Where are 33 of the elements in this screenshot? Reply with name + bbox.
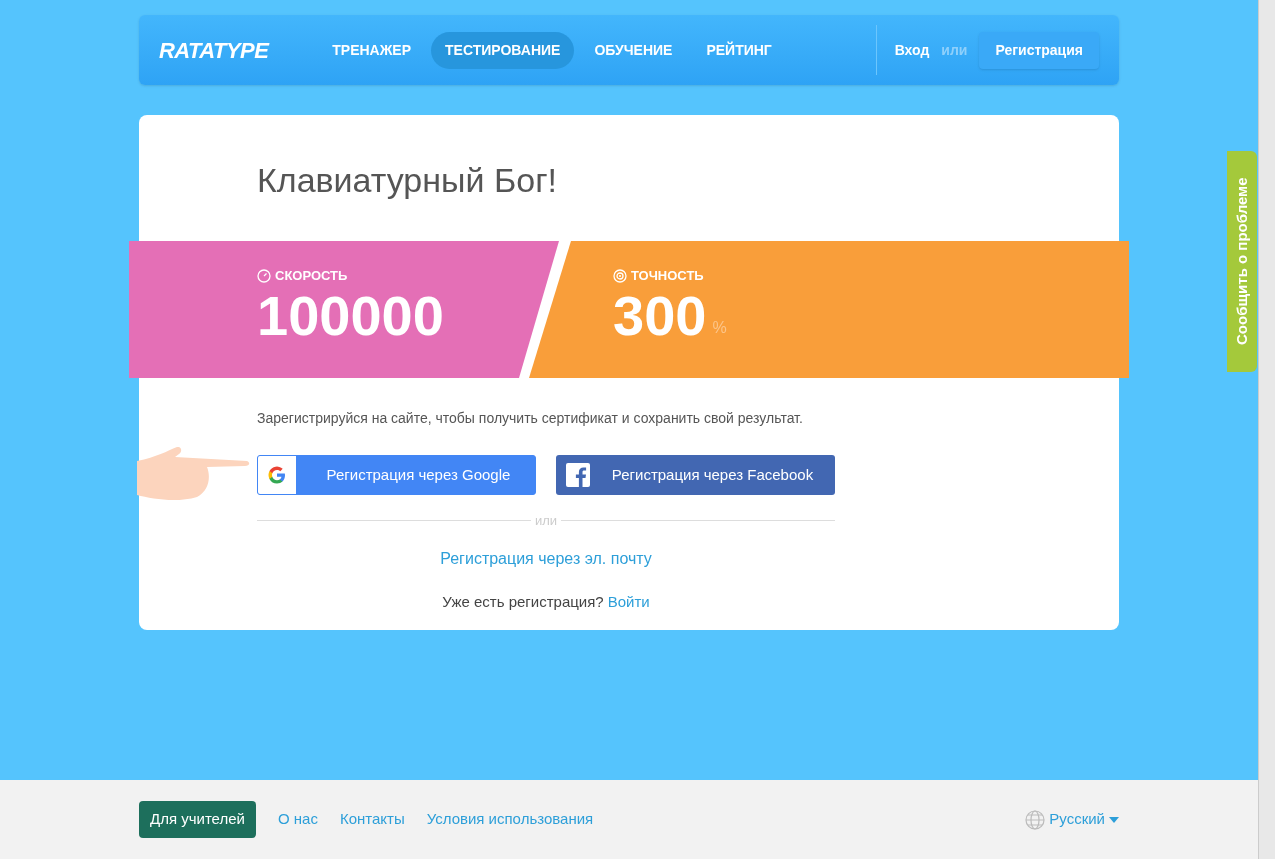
email-signup-link[interactable]: Регистрация через эл. почту <box>440 546 652 571</box>
register-button[interactable]: Регистрация <box>979 31 1099 69</box>
facebook-icon <box>566 463 590 487</box>
feedback-tab[interactable]: Сообщить о проблеме <box>1227 151 1257 372</box>
logo[interactable]: RATATYPE <box>159 33 269 67</box>
nav-tab[interactable]: РЕЙТИНГ <box>692 31 786 69</box>
footer-link[interactable]: О нас <box>277 808 318 831</box>
footer-link[interactable]: Контакты <box>339 808 405 831</box>
nav-tab[interactable]: ТРЕНАЖЕР <box>318 31 426 69</box>
percent-unit: % <box>712 317 727 338</box>
speed-label: СКОРОСТЬ <box>275 267 348 285</box>
caret-icon <box>1109 816 1119 823</box>
target-icon <box>613 268 627 283</box>
signup-prompt: Зарегистрируйся на сайте, чтобы получить сертификат и сохранить свой результат. <box>257 409 804 428</box>
have-account-text: Уже есть регистрация? <box>442 591 604 612</box>
language-selector[interactable]: Русский <box>1049 808 1105 831</box>
google-signup-button[interactable]: Регистрация через Google <box>257 455 536 495</box>
accuracy-value: 300 <box>613 285 707 346</box>
accuracy-label: ТОЧНОСТЬ <box>631 267 704 285</box>
speedometer-icon <box>257 268 271 283</box>
teachers-button[interactable]: Для учителей <box>139 801 256 838</box>
facebook-signup-button[interactable]: Регистрация через Facebook <box>556 455 835 495</box>
nav-tab[interactable]: ОБУЧЕНИЕ <box>580 31 687 69</box>
login-link[interactable]: Войти <box>607 590 650 613</box>
globe-icon <box>1025 809 1046 830</box>
nav-tab[interactable]: ТЕСТИРОВАНИЕ <box>431 31 575 69</box>
hand-pointer-icon <box>137 447 250 503</box>
google-g-icon <box>268 466 286 484</box>
result-title: Клавиатурный Бог! <box>257 160 558 201</box>
login-link[interactable]: Вход <box>894 39 930 61</box>
footer-link[interactable]: Условия использования <box>426 808 594 831</box>
speed-value: 100000 <box>257 285 445 346</box>
or-text: или <box>941 40 968 60</box>
